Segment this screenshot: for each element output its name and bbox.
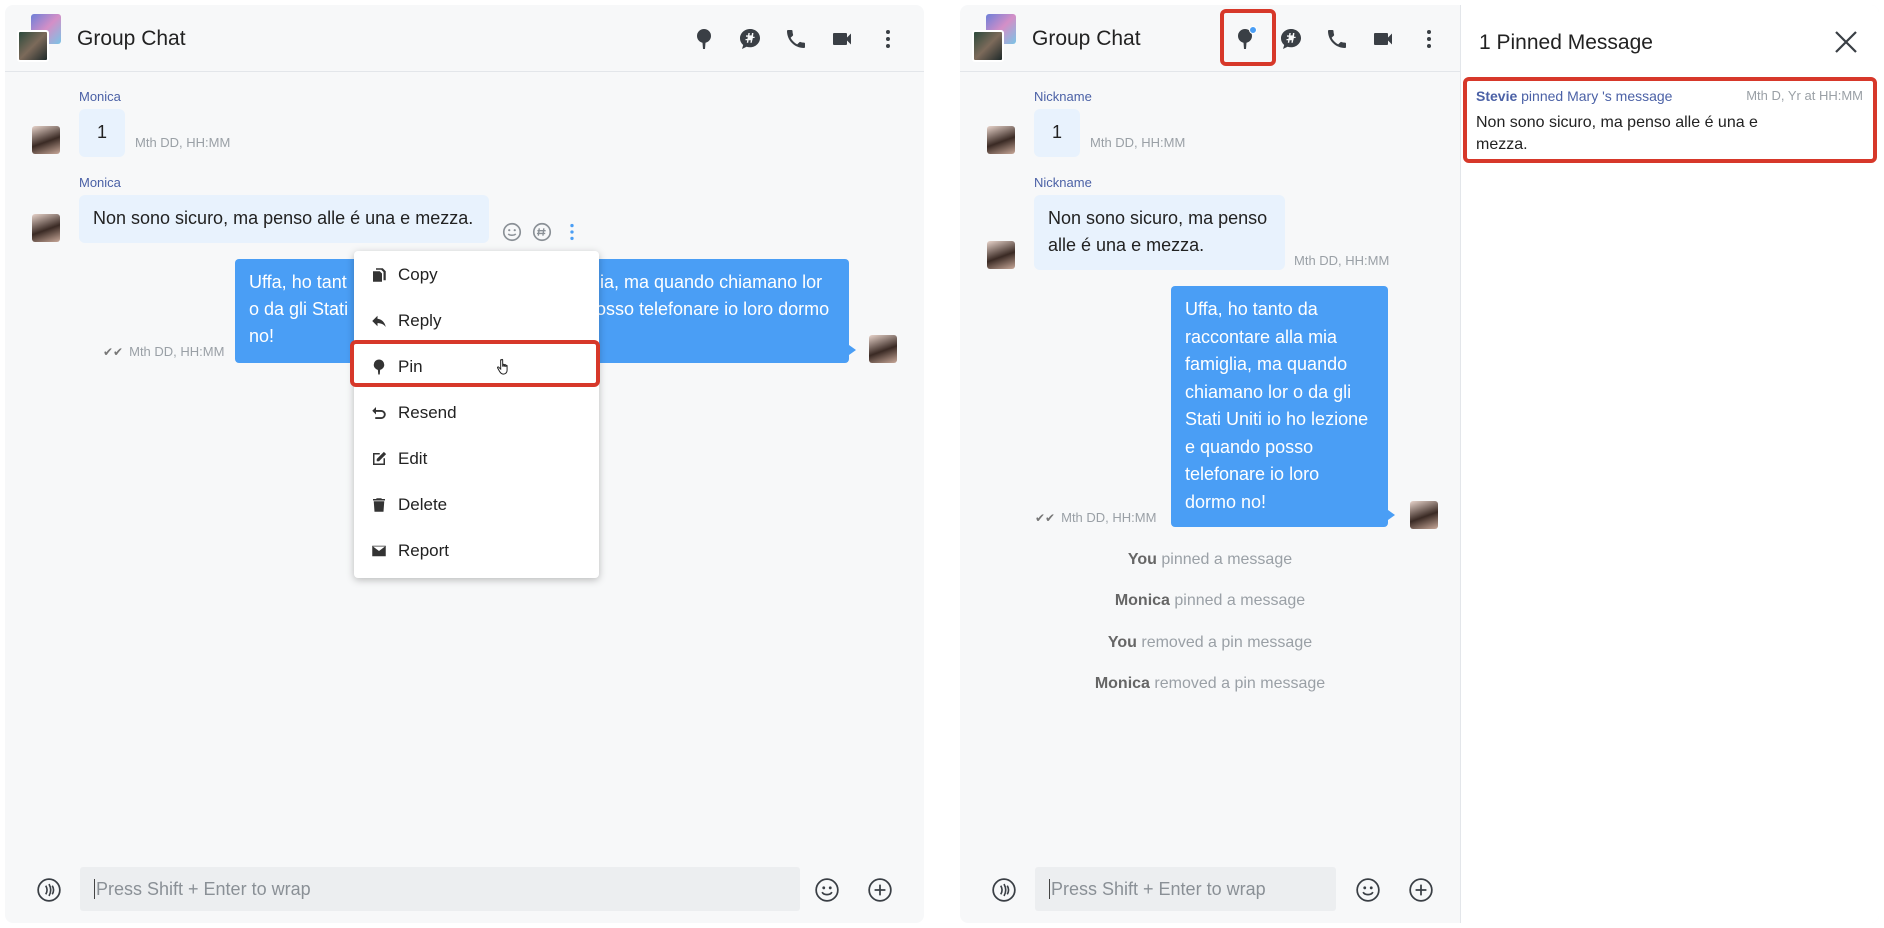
add-attachment-icon[interactable] xyxy=(865,875,895,905)
highlight-box xyxy=(1220,9,1276,66)
system-message: Monica removed a pin message xyxy=(1094,675,1326,692)
edit-icon xyxy=(373,451,387,465)
message-sender: Nickname xyxy=(1034,175,1092,190)
message-sender: Monica xyxy=(79,175,121,190)
thread-icon[interactable] xyxy=(1275,23,1307,55)
message-timestamp: Mth DD, HH:MM xyxy=(135,135,231,150)
chat-panel-left: Group Chat Monica 1 Mth DD, HH:MM Monica… xyxy=(5,5,924,923)
avatar[interactable] xyxy=(1410,501,1438,529)
group-avatar[interactable] xyxy=(17,14,67,64)
avatar[interactable] xyxy=(987,126,1015,154)
emoji-icon[interactable] xyxy=(1353,875,1383,905)
message-timestamp: Mth DD, HH:MM xyxy=(1294,253,1390,268)
pinned-panel-title: 1 Pinned Message xyxy=(1479,31,1653,54)
message-input[interactable]: Press Shift + Enter to wrap xyxy=(80,867,800,911)
voice-message-icon[interactable] xyxy=(989,875,1019,905)
menu-item-copy[interactable]: Copy xyxy=(354,255,599,295)
avatar[interactable] xyxy=(987,241,1015,269)
trash-icon xyxy=(373,498,385,512)
message-bubble[interactable]: 1 xyxy=(79,109,125,157)
message-timestamp: ✔✔ Mth DD, HH:MM xyxy=(1035,510,1157,525)
read-receipt-icon: ✔✔ xyxy=(103,345,124,359)
message-bubble-outgoing[interactable]: Uffa, ho tanto da raccontare alla mia fa… xyxy=(1171,286,1388,527)
emoji-icon[interactable] xyxy=(812,875,842,905)
avatar[interactable] xyxy=(32,214,60,242)
menu-item-resend[interactable]: Resend xyxy=(354,393,599,433)
menu-item-edit[interactable]: Edit xyxy=(354,439,599,479)
message-timestamp: Mth DD, HH:MM xyxy=(1090,135,1186,150)
close-icon[interactable] xyxy=(1831,27,1861,57)
video-call-icon[interactable] xyxy=(826,23,858,55)
more-options-icon[interactable] xyxy=(1413,23,1445,55)
emoji-reaction-icon[interactable] xyxy=(501,221,523,243)
highlight-box xyxy=(350,340,600,387)
context-menu: Copy Reply Pin Resend Edit Delete Report xyxy=(354,251,599,578)
system-message: You removed a pin message xyxy=(1107,634,1313,651)
message-bubble[interactable]: 1 xyxy=(1034,109,1080,157)
menu-item-delete[interactable]: Delete xyxy=(354,485,599,525)
message-sender: Nickname xyxy=(1034,89,1092,104)
copy-icon xyxy=(373,268,386,282)
pinned-messages-panel: 1 Pinned Message Stevie pinned Mary 's m… xyxy=(1460,5,1879,923)
thread-reply-icon[interactable] xyxy=(531,221,553,243)
chat-header: Group Chat xyxy=(5,5,924,72)
read-receipt-icon: ✔✔ xyxy=(1035,511,1056,525)
message-timestamp: ✔✔ Mth DD, HH:MM xyxy=(103,344,225,359)
message-bubble[interactable]: Non sono sicuro, ma penso alle é una e m… xyxy=(79,195,489,243)
voice-message-icon[interactable] xyxy=(34,875,64,905)
add-attachment-icon[interactable] xyxy=(1406,875,1436,905)
pin-icon[interactable] xyxy=(688,23,720,55)
resend-icon xyxy=(372,407,386,419)
more-options-icon[interactable] xyxy=(872,23,904,55)
chat-title: Group Chat xyxy=(1032,27,1141,50)
reply-icon xyxy=(372,315,386,327)
menu-item-reply[interactable]: Reply xyxy=(354,301,599,341)
message-more-icon[interactable] xyxy=(561,221,583,243)
group-avatar[interactable] xyxy=(972,14,1022,64)
message-sender: Monica xyxy=(79,89,121,104)
system-message: Monica pinned a message xyxy=(1114,592,1306,609)
phone-icon[interactable] xyxy=(780,23,812,55)
chat-panel-right: Group Chat Nickname 1 Mth DD, HH:MM Nick… xyxy=(960,5,1879,923)
message-bubble[interactable]: Non sono sicuro, ma penso alle é una e m… xyxy=(1034,195,1285,270)
message-input[interactable]: Press Shift + Enter to wrap xyxy=(1035,867,1336,911)
chat-title: Group Chat xyxy=(77,27,186,50)
thread-icon[interactable] xyxy=(734,23,766,55)
phone-icon[interactable] xyxy=(1321,23,1353,55)
avatar[interactable] xyxy=(32,126,60,154)
chat-header: Group Chat xyxy=(960,5,1460,72)
menu-item-report[interactable]: Report xyxy=(354,531,599,571)
avatar[interactable] xyxy=(869,335,897,363)
system-message: You pinned a message xyxy=(1127,551,1293,568)
mail-icon xyxy=(372,545,386,557)
highlight-box xyxy=(1463,77,1877,163)
video-call-icon[interactable] xyxy=(1367,23,1399,55)
